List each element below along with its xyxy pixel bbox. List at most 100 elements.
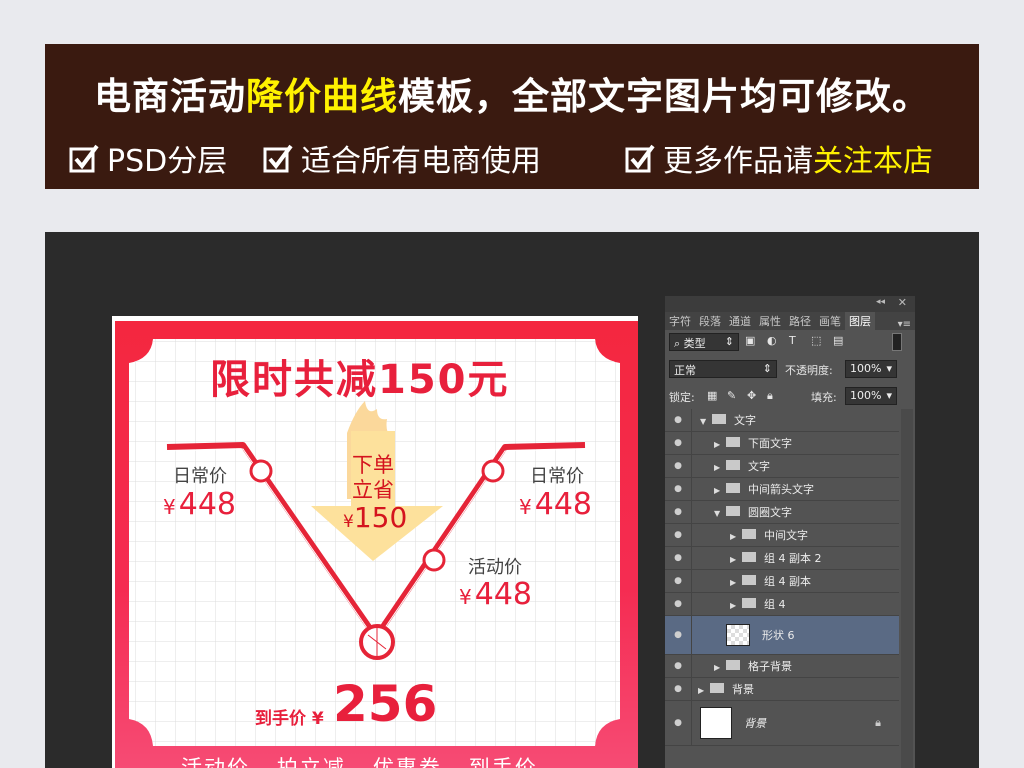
- close-icon[interactable]: ✕: [898, 296, 907, 309]
- eye-icon[interactable]: ●: [665, 678, 692, 700]
- folder-icon: [726, 660, 740, 670]
- checkbox-icon: [69, 144, 99, 173]
- eye-icon[interactable]: ●: [665, 524, 692, 546]
- layer-row[interactable]: ● ▶ 中间箭头文字: [665, 478, 899, 501]
- collapsed-triangle-icon[interactable]: ▶: [730, 578, 742, 587]
- eye-icon[interactable]: ●: [665, 593, 692, 615]
- opacity-field[interactable]: 100% ▾: [845, 360, 897, 378]
- sale-price-label: 活动价: [468, 557, 522, 578]
- regular-price-label-left: 日常价: [173, 466, 227, 487]
- collapsed-triangle-icon[interactable]: ▶: [714, 486, 726, 495]
- arrow-text-line2: 立省: [352, 478, 394, 502]
- feature-psd: PSD分层: [69, 140, 227, 179]
- regular-price-right: ¥448: [519, 487, 592, 522]
- fill-label: 填充:: [811, 391, 837, 404]
- lock-label: 锁定:: [669, 391, 695, 404]
- collapsed-triangle-icon[interactable]: ▶: [714, 663, 726, 672]
- layer-filter-select[interactable]: ⌕ 类型 ⇕: [669, 333, 739, 351]
- layers-panel: ◂◂ ✕ 字符 段落 通道 属性 路径 画笔 图层 ▾≡ ⌕ 类型 ⇕ ▣ ◐ …: [665, 296, 915, 768]
- shape-thumbnail: [726, 624, 750, 646]
- layer-row[interactable]: ● ▼ 文字: [665, 409, 899, 432]
- layer-row[interactable]: ● ▶ 背景: [665, 678, 899, 701]
- regular-price-left: ¥448: [163, 487, 236, 522]
- collapsed-triangle-icon[interactable]: ▶: [730, 555, 742, 564]
- layer-row[interactable]: ● ▶ 下面文字: [665, 432, 899, 455]
- folder-icon: [712, 414, 726, 424]
- layer-row[interactable]: ● ▶ 格子背景: [665, 655, 899, 678]
- tab-brushes[interactable]: 画笔: [815, 312, 845, 330]
- filter-toggle[interactable]: [892, 333, 902, 351]
- tab-channels[interactable]: 通道: [725, 312, 755, 330]
- collapsed-triangle-icon[interactable]: ▶: [730, 532, 742, 541]
- folder-open-icon: [726, 506, 740, 516]
- regular-price-label-right: 日常价: [530, 466, 584, 487]
- eye-icon[interactable]: ●: [665, 570, 692, 592]
- layer-row-selected[interactable]: ● 形状 6: [665, 616, 899, 655]
- final-price-label: 到手价 ¥: [255, 709, 324, 729]
- layer-row[interactable]: ● ▶ 组 4 副本 2: [665, 547, 899, 570]
- layer-row[interactable]: ● ▶ 组 4: [665, 593, 899, 616]
- folder-icon: [742, 529, 756, 539]
- lock-move-icon[interactable]: ✥: [747, 389, 756, 402]
- filter-adjust-icon[interactable]: ◐: [767, 334, 777, 347]
- fill-field[interactable]: 100% ▾: [845, 387, 897, 405]
- panel-menu-icon[interactable]: ▾≡: [898, 319, 911, 330]
- poster: 限时共减150元 日常价 ¥448 日常价 ¥448 活动价 ¥448 下单 立…: [115, 321, 638, 768]
- tab-paths[interactable]: 路径: [785, 312, 815, 330]
- layers-scrollbar[interactable]: [901, 409, 913, 768]
- eye-icon[interactable]: ●: [665, 655, 692, 677]
- filter-pixel-icon[interactable]: ▣: [745, 334, 755, 347]
- feature-all-shops: 适合所有电商使用: [263, 140, 541, 179]
- folder-icon: [710, 683, 724, 693]
- folder-icon: [742, 598, 756, 608]
- tab-layers[interactable]: 图层: [845, 312, 875, 330]
- eye-icon[interactable]: ●: [665, 701, 692, 745]
- opacity-label: 不透明度:: [785, 364, 833, 377]
- tab-character[interactable]: 字符: [665, 312, 695, 330]
- collapse-icon[interactable]: ◂◂: [876, 297, 885, 307]
- promo-banner: 电商活动降价曲线模板，全部文字图片均可修改。 PSD分层 适合所有电商使用 更多…: [45, 44, 979, 189]
- layer-row[interactable]: ● 背景 🔒︎: [665, 701, 899, 746]
- expanded-triangle-icon[interactable]: ▼: [714, 509, 726, 518]
- panel-tabs: 字符 段落 通道 属性 路径 画笔 图层 ▾≡: [665, 312, 915, 330]
- layer-lock-icon: 🔒︎: [875, 716, 881, 729]
- tab-properties[interactable]: 属性: [755, 312, 785, 330]
- eye-icon[interactable]: ●: [665, 455, 692, 477]
- final-price: 256: [333, 675, 438, 733]
- feature-follow-shop: 更多作品请 关注本店: [625, 140, 933, 179]
- checkbox-icon: [625, 144, 655, 173]
- collapsed-triangle-icon[interactable]: ▶: [730, 601, 742, 610]
- eye-icon[interactable]: ●: [665, 478, 692, 500]
- layer-row[interactable]: ● ▶ 文字: [665, 455, 899, 478]
- collapsed-triangle-icon[interactable]: ▶: [698, 686, 710, 695]
- expanded-triangle-icon[interactable]: ▼: [700, 417, 712, 426]
- folder-icon: [742, 552, 756, 562]
- banner-title: 电商活动降价曲线模板，全部文字图片均可修改。: [94, 75, 930, 118]
- eye-icon[interactable]: ●: [665, 432, 692, 454]
- layers-list: ● ▼ 文字 ● ▶ 下面文字 ● ▶ 文字 ● ▶ 中间箭头文字 ● ▼ 圆圈文字 ● ▶ 中间文字 …: [665, 409, 899, 746]
- photoshop-workspace: 限时共减150元 日常价 ¥448 日常价 ¥448 活动价 ¥448 下单 立…: [45, 232, 979, 768]
- eye-icon[interactable]: ●: [665, 409, 692, 431]
- collapsed-triangle-icon[interactable]: ▶: [714, 463, 726, 472]
- layer-row[interactable]: ● ▶ 组 4 副本: [665, 570, 899, 593]
- filter-type-icon[interactable]: T: [789, 334, 796, 347]
- node-left: [249, 459, 273, 483]
- poster-title: 限时共减150元: [210, 357, 510, 403]
- eye-icon[interactable]: ●: [665, 616, 692, 654]
- eye-icon[interactable]: ●: [665, 547, 692, 569]
- filter-shape-icon[interactable]: ⬚: [811, 334, 821, 347]
- lock-all-icon[interactable]: 🔒︎: [767, 389, 773, 403]
- sale-price: ¥448: [459, 577, 532, 612]
- lock-brush-icon[interactable]: ✎: [727, 389, 736, 402]
- layer-row[interactable]: ● ▶ 中间文字: [665, 524, 899, 547]
- lock-transparent-icon[interactable]: ▦: [707, 389, 717, 402]
- document-canvas[interactable]: 限时共减150元 日常价 ¥448 日常价 ¥448 活动价 ¥448 下单 立…: [112, 316, 638, 768]
- background-thumbnail: [700, 707, 732, 739]
- blend-mode-select[interactable]: 正常 ⇕: [669, 360, 777, 378]
- folder-icon: [726, 460, 740, 470]
- collapsed-triangle-icon[interactable]: ▶: [714, 440, 726, 449]
- tab-paragraph[interactable]: 段落: [695, 312, 725, 330]
- layer-row[interactable]: ● ▼ 圆圈文字: [665, 501, 899, 524]
- eye-icon[interactable]: ●: [665, 501, 692, 523]
- filter-smart-icon[interactable]: ▤: [833, 334, 843, 347]
